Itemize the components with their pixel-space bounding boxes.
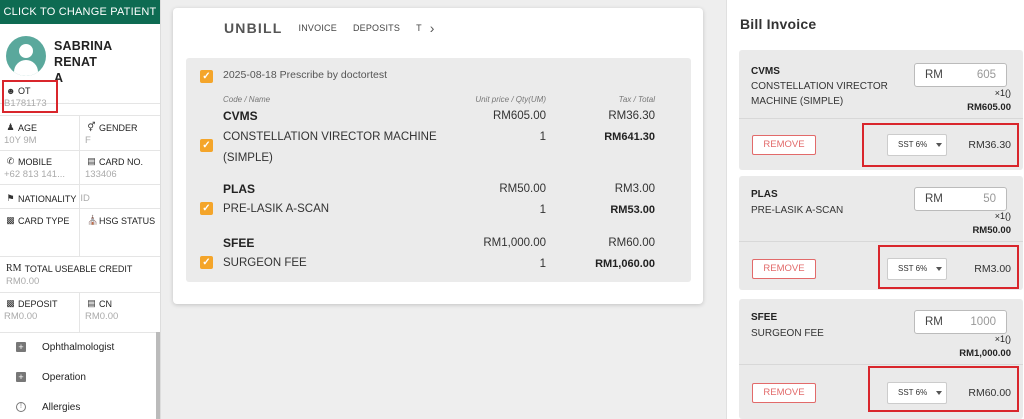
- item-tax: RM3.00: [614, 183, 655, 195]
- card-type-field: ▩ CARD TYPE: [6, 215, 70, 226]
- invoice-item-qty: ×1(): [994, 211, 1011, 221]
- group-checkbox[interactable]: ✓: [200, 70, 213, 83]
- patient-panel: CLICK TO CHANGE PATIENT SABRINA RENAT A …: [0, 0, 161, 419]
- id-card-icon: ▩: [6, 215, 15, 225]
- tab-invoice[interactable]: INVOICE: [299, 23, 337, 33]
- mobile-field: ✆ MOBILE +62 813 141...: [4, 156, 66, 180]
- invoice-item-total: RM50.00: [972, 225, 1011, 236]
- invoice-item-total: RM605.00: [967, 102, 1011, 113]
- menu-item-operation[interactable]: + Operation: [0, 362, 156, 392]
- invoice-item-desc: CONSTELLATION VIRECTOR MACHINE (SIMPLE): [751, 81, 888, 107]
- cn-field: ▤ CN RM0.00: [85, 298, 119, 322]
- item-name: SURGEON FEE: [223, 257, 307, 269]
- person-standing-icon: ♟: [6, 122, 15, 132]
- credit-field: RM TOTAL USEABLE CREDIT RM0.00: [6, 263, 133, 287]
- unbill-card: UNBILL INVOICE DEPOSITS T › ✓ 2025-08-18…: [173, 8, 703, 304]
- tab-bar: UNBILL INVOICE DEPOSITS T ›: [224, 20, 434, 36]
- plus-box-icon: +: [16, 372, 26, 382]
- item-code: SFEE: [223, 236, 255, 250]
- card-no-field: ▤ CARD NO. 133406: [85, 156, 144, 180]
- invoice-item-code: PLAS: [751, 189, 778, 200]
- item-qty: 1: [539, 204, 546, 216]
- price-input[interactable]: RM 50: [914, 187, 1007, 211]
- cn-card-icon: ▤: [87, 298, 96, 308]
- highlight-box: [862, 123, 1019, 167]
- price-input[interactable]: RM 1000: [914, 310, 1007, 334]
- gender-icon: ⚥: [87, 122, 96, 132]
- invoice-item-code: CVMS: [751, 66, 780, 77]
- change-patient-button[interactable]: CLICK TO CHANGE PATIENT: [0, 0, 160, 24]
- item-total: RM641.30: [604, 131, 655, 143]
- avatar: [6, 36, 46, 76]
- item-total: RM1,060.00: [595, 258, 655, 270]
- item-name: PRE-LASIK A-SCAN: [223, 203, 330, 215]
- col-unit-qty: Unit price / Qty(UM): [475, 95, 546, 104]
- deposit-icon: ▩: [6, 298, 15, 308]
- highlight-box: [2, 80, 58, 113]
- highlight-box: [878, 245, 1019, 289]
- invoice-item-desc: PRE-LASIK A-SCAN: [751, 205, 844, 216]
- tab-deposits[interactable]: DEPOSITS: [353, 23, 400, 33]
- hsg-status-field: ⛪ HSG STATUS: [87, 215, 156, 226]
- bill-invoice-title: Bill Invoice: [740, 16, 817, 32]
- card-icon: ▤: [87, 156, 96, 166]
- item-tax: RM36.30: [608, 110, 655, 122]
- remove-button[interactable]: REMOVE: [752, 259, 816, 279]
- tab-t[interactable]: T: [416, 23, 422, 33]
- item-unit-price: RM1,000.00: [483, 237, 546, 249]
- invoice-item-code: SFEE: [751, 312, 778, 323]
- patient-name: SABRINA RENAT A: [54, 39, 112, 85]
- flag-icon: ⚑: [6, 193, 15, 203]
- item-checkbox-plas[interactable]: ✓: [200, 202, 213, 215]
- col-code-name: Code / Name: [223, 95, 271, 104]
- remove-button[interactable]: REMOVE: [752, 383, 816, 403]
- hospital-icon: ⛪: [87, 215, 99, 225]
- item-checkbox-sfee[interactable]: ✓: [200, 256, 213, 269]
- item-checkbox-cvms[interactable]: ✓: [200, 139, 213, 152]
- item-qty: 1: [539, 131, 546, 143]
- chevron-right-icon[interactable]: ›: [430, 20, 435, 36]
- plus-box-icon: +: [16, 342, 26, 352]
- item-qty: 1: [539, 258, 546, 270]
- deposit-field: ▩ DEPOSIT RM0.00: [4, 298, 58, 322]
- group-title: 2025-08-18 Prescribe by doctortest: [223, 69, 388, 81]
- item-name-cont: (SIMPLE): [223, 152, 273, 164]
- item-unit-price: RM50.00: [499, 183, 546, 195]
- item-name: CONSTELLATION VIRECTOR MACHINE: [223, 131, 437, 143]
- exclamation-circle-icon: !: [16, 402, 26, 412]
- item-code: PLAS: [223, 182, 256, 196]
- invoice-item-qty: ×1(): [994, 334, 1011, 344]
- gender-field: ⚥ GENDER F: [85, 122, 138, 146]
- invoice-item-desc: SURGEON FEE: [751, 328, 824, 339]
- col-tax-total: Tax / Total: [618, 95, 655, 104]
- bill-invoice-panel: Bill Invoice CVMS CONSTELLATION VIRECTOR…: [726, 0, 1024, 419]
- item-tax: RM60.00: [608, 237, 655, 249]
- invoice-item-qty: ×1(): [994, 88, 1011, 98]
- phone-icon: ✆: [6, 156, 15, 166]
- tab-unbill[interactable]: UNBILL: [224, 20, 283, 36]
- age-field: ♟ AGE 10Y 9M: [4, 122, 38, 146]
- nationality-field: ⚑ NATIONALITY ID: [6, 193, 90, 204]
- unbill-group: ✓ 2025-08-18 Prescribe by doctortest Cod…: [186, 58, 691, 282]
- menu-item-allergies[interactable]: ! Allergies: [0, 392, 156, 419]
- menu-item-ophthalmologist[interactable]: + Ophthalmologist: [0, 332, 156, 362]
- highlight-box: [868, 366, 1019, 412]
- currency-icon: RM: [6, 263, 22, 274]
- scrollbar[interactable]: [156, 332, 160, 419]
- remove-button[interactable]: REMOVE: [752, 135, 816, 155]
- item-code: CVMS: [223, 109, 258, 123]
- item-unit-price: RM605.00: [492, 110, 546, 122]
- invoice-item-total: RM1,000.00: [959, 348, 1011, 359]
- price-input[interactable]: RM 605: [914, 63, 1007, 87]
- item-total: RM53.00: [610, 204, 655, 216]
